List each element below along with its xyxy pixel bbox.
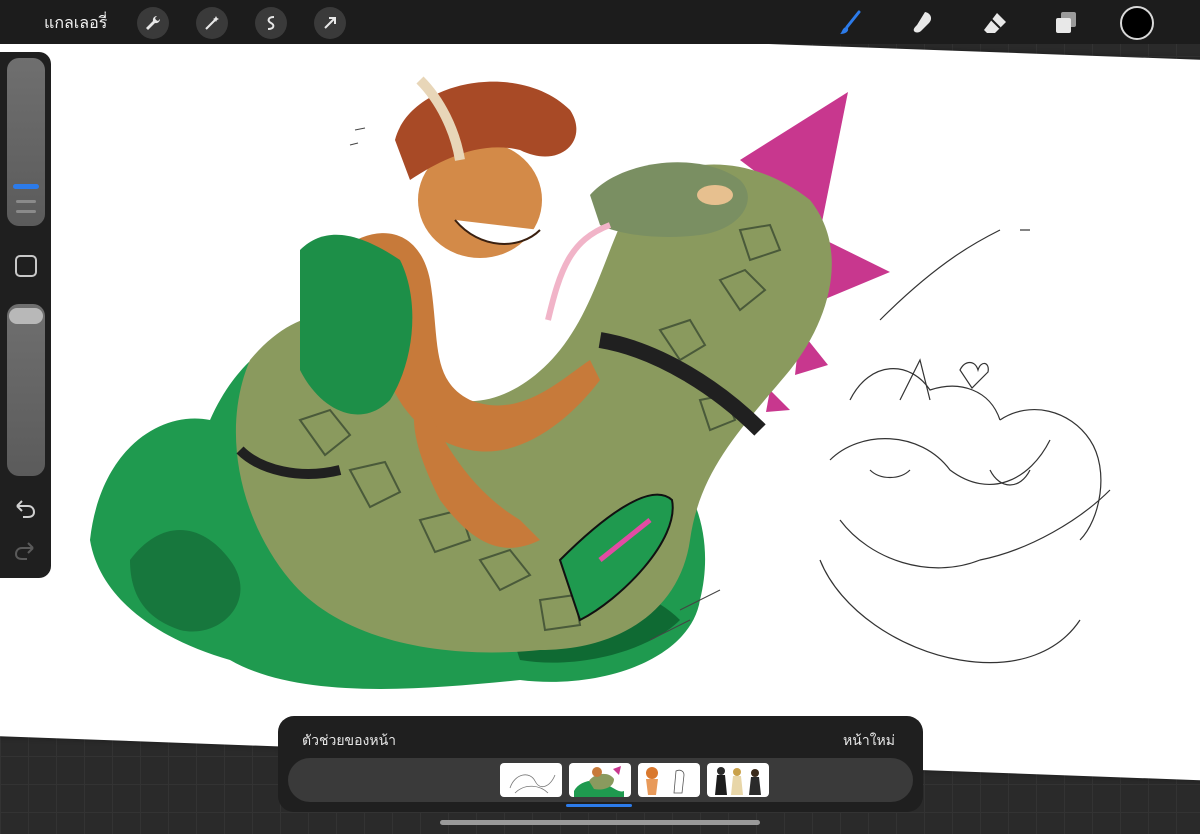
gallery-button[interactable]: แกลเลอรี่ — [44, 11, 107, 36]
character-art-thumbnail — [646, 767, 685, 795]
smudge-tool-button[interactable] — [906, 6, 940, 40]
transform-button[interactable] — [314, 7, 346, 39]
sketch-thumbnail — [509, 774, 556, 794]
croc-eye — [697, 185, 733, 205]
actions-button[interactable] — [137, 7, 169, 39]
selection-icon — [267, 16, 275, 30]
adjustments-button[interactable] — [196, 7, 228, 39]
left-sidebar — [0, 52, 51, 578]
modify-button[interactable] — [15, 255, 37, 277]
goat-shirt — [300, 234, 413, 415]
new-page-button[interactable]: หน้าใหม่ — [843, 730, 895, 752]
layers-button[interactable] — [1049, 6, 1083, 40]
canvas-area[interactable] — [0, 0, 1200, 834]
color-art-thumbnail — [574, 766, 624, 797]
eraser-tool-button[interactable] — [978, 6, 1012, 40]
opacity-slider[interactable] — [7, 304, 45, 476]
page-strip[interactable] — [288, 758, 913, 802]
home-indicator — [440, 820, 760, 825]
selection-button[interactable] — [255, 7, 287, 39]
opacity-thumb[interactable] — [9, 308, 43, 324]
color-picker-button[interactable] — [1120, 6, 1154, 40]
artwork — [90, 76, 1111, 689]
wrench-icon — [146, 15, 161, 30]
redo-icon[interactable] — [13, 540, 37, 562]
layers-icon — [1056, 12, 1076, 33]
page-thumbnail[interactable] — [638, 763, 700, 797]
active-page-indicator — [566, 804, 632, 807]
page-thumbnail[interactable] — [707, 763, 769, 797]
figures-thumbnail — [715, 767, 761, 795]
brush-size-slider[interactable] — [7, 58, 45, 226]
page-assist-panel: ตัวช่วยของหน้า หน้าใหม่ — [278, 716, 923, 812]
page-assist-title: ตัวช่วยของหน้า — [302, 733, 396, 749]
size-tick — [16, 210, 36, 213]
size-tick — [16, 200, 36, 203]
smudge-icon — [913, 12, 932, 33]
brush-tool-button[interactable] — [834, 6, 868, 40]
undo-icon[interactable] — [13, 498, 37, 520]
brush-size-thumb[interactable] — [13, 184, 39, 189]
brush-icon — [840, 10, 861, 34]
arrow-icon — [324, 17, 336, 29]
eraser-icon — [984, 13, 1006, 33]
page-thumbnail-active[interactable] — [569, 763, 631, 797]
top-toolbar: แกลเลอรี่ — [0, 0, 1200, 44]
magic-wand-icon — [205, 16, 219, 30]
page-thumbnail[interactable] — [500, 763, 562, 797]
pencil-sketch — [819, 229, 1111, 664]
